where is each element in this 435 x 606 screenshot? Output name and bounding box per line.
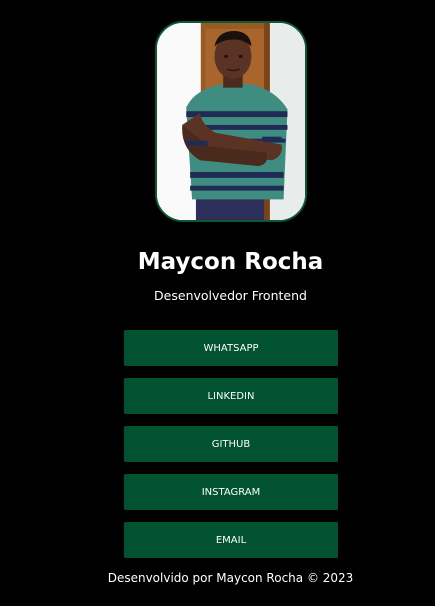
list-item: LINKEDIN	[124, 378, 338, 414]
linkedin-button[interactable]: LINKEDIN	[124, 378, 338, 414]
email-button[interactable]: EMAIL	[124, 522, 338, 558]
footer-text: Desenvolvido por Maycon Rocha © 2023	[107, 571, 354, 585]
list-item: EMAIL	[124, 522, 338, 558]
profile-photo	[155, 21, 307, 222]
list-item: GITHUB	[124, 426, 338, 462]
profile-name: Maycon Rocha	[137, 249, 324, 275]
instagram-button[interactable]: INSTAGRAM	[124, 474, 338, 510]
list-item: WHATSAPP	[124, 330, 338, 366]
social-links-list: WHATSAPP LINKEDIN GITHUB INSTAGRAM EMAIL	[124, 330, 338, 570]
profile-card: Maycon Rocha Desenvolvedor Frontend WHAT…	[0, 0, 435, 606]
profile-photo-image	[157, 23, 305, 220]
profile-role: Desenvolvedor Frontend	[154, 288, 307, 303]
whatsapp-button[interactable]: WHATSAPP	[124, 330, 338, 366]
list-item: INSTAGRAM	[124, 474, 338, 510]
github-button[interactable]: GITHUB	[124, 426, 338, 462]
